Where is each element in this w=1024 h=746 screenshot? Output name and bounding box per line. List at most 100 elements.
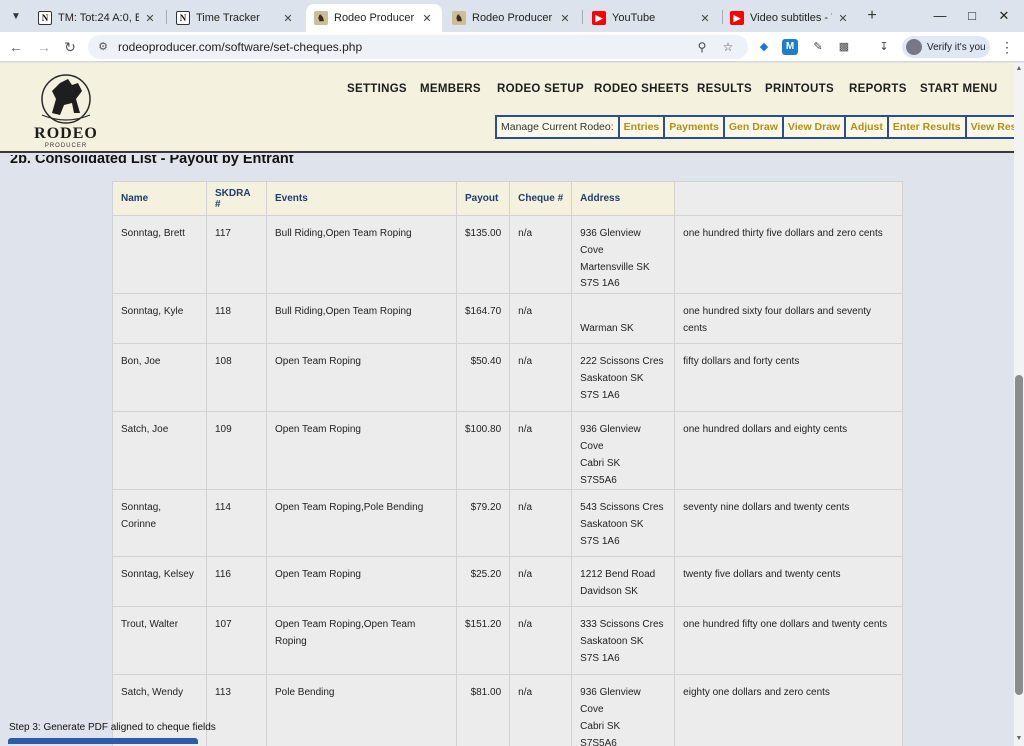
nav-printouts[interactable]: PRINTOUTS bbox=[765, 83, 834, 95]
nav-rodeo-sheets[interactable]: RODEO SHEETS bbox=[594, 83, 689, 95]
rodeo-icon: ♞ bbox=[452, 11, 466, 25]
close-icon[interactable]: ✕ bbox=[698, 12, 712, 25]
cell-payout: $50.40 bbox=[455, 343, 511, 413]
close-icon[interactable]: ✕ bbox=[281, 12, 295, 25]
address-bar[interactable]: ⚙ rodeoproducer.com/software/set-cheques… bbox=[88, 35, 748, 59]
forward-icon[interactable]: → bbox=[34, 37, 54, 57]
cell-address: 543 Scissons Cres Saskatoon SK S7S 1A6 bbox=[571, 489, 676, 558]
close-icon[interactable]: ✕ bbox=[143, 12, 157, 25]
rodeo-icon: ♞ bbox=[314, 11, 328, 25]
nav-reports[interactable]: REPORTS bbox=[849, 83, 907, 95]
tab-divider bbox=[582, 10, 583, 24]
cell-payout: $164.70 bbox=[455, 293, 511, 345]
tab-tm[interactable]: N TM: Tot:24 A:0, B:11, C ✕ bbox=[30, 4, 165, 32]
zoom-icon[interactable]: ⚲ bbox=[694, 39, 710, 55]
table-row: Bon, Joe 108 Open Team Roping $50.40 n/a 222 … bbox=[112, 343, 904, 413]
cell-skdra: 107 bbox=[206, 606, 267, 676]
page-scrollbar[interactable]: ▲ ▼ bbox=[1014, 63, 1024, 746]
cell-payout: $25.20 bbox=[455, 556, 511, 608]
cell-payout: $81.00 bbox=[455, 674, 511, 746]
cell-skdra: 118 bbox=[206, 293, 267, 345]
nav-results[interactable]: RESULTS bbox=[697, 83, 752, 95]
reload-icon[interactable]: ↻ bbox=[60, 37, 80, 57]
nav-members[interactable]: MEMBERS bbox=[420, 83, 481, 95]
address-line: Cabri SK bbox=[580, 457, 621, 469]
cell-events: Bull Riding,Open Team Roping bbox=[266, 293, 457, 345]
table-row: Sonntag, Brett 117 Bull Riding,Open Team R… bbox=[112, 214, 904, 295]
extension-icon[interactable]: ◆ bbox=[756, 39, 772, 55]
extension-m-icon[interactable]: M bbox=[782, 39, 798, 55]
cell-name: Sonntag, Kyle bbox=[112, 293, 207, 345]
cell-events: Open Team Roping,Open Team Roping bbox=[266, 606, 457, 676]
close-icon[interactable]: ✕ bbox=[836, 12, 850, 25]
back-icon[interactable]: ← bbox=[6, 37, 26, 57]
new-tab-icon[interactable]: + bbox=[862, 6, 882, 26]
cell-amount-in-words: one hundred thirty five dollars and zero… bbox=[674, 214, 904, 295]
column-header-address: Address bbox=[571, 181, 676, 216]
cell-skdra: 116 bbox=[206, 556, 267, 608]
column-header-words bbox=[674, 181, 904, 216]
table-row: Trout, Walter 107 Open Team Roping,Open Te… bbox=[112, 606, 904, 676]
cell-address: 936 Glenview Cove Cabri SK S7S5A6 bbox=[571, 411, 676, 491]
bookmark-star-icon[interactable]: ☆ bbox=[720, 39, 736, 55]
minimize-icon[interactable]: — bbox=[930, 6, 950, 26]
cell-amount-in-words: one hundred fifty one dollars and twenty… bbox=[674, 606, 904, 676]
cell-cheque: n/a bbox=[509, 293, 573, 345]
logo-subtext: PRODUCER bbox=[44, 143, 88, 149]
cell-name: Trout, Walter bbox=[112, 606, 207, 676]
subnav-gen-draw[interactable]: Gen Draw bbox=[722, 115, 784, 139]
cell-cheque: n/a bbox=[509, 411, 573, 491]
column-header-payout: Payout bbox=[455, 181, 511, 216]
page-title: 2b. Consolidated List - Payout by Entran… bbox=[10, 155, 294, 167]
cell-address: 222 Scissons Cres Saskatoon SK S7S 1A6 bbox=[571, 343, 676, 413]
subnav-entries[interactable]: Entries bbox=[617, 115, 666, 139]
tab-search-icon[interactable]: ▼ bbox=[6, 6, 26, 26]
cell-cheque: n/a bbox=[509, 343, 573, 413]
close-icon[interactable]: ✕ bbox=[558, 12, 572, 25]
cell-payout: $79.20 bbox=[455, 489, 511, 558]
manage-rodeo-label: Manage Current Rodeo: bbox=[495, 115, 620, 139]
cell-cheque: n/a bbox=[509, 489, 573, 558]
tab-time-tracker[interactable]: N Time Tracker ✕ bbox=[168, 4, 303, 32]
scrollbar-thumb[interactable] bbox=[1015, 375, 1023, 695]
column-header-events: Events bbox=[266, 181, 457, 216]
maximize-icon[interactable]: □ bbox=[962, 6, 982, 26]
subnav-payments[interactable]: Payments bbox=[663, 115, 725, 139]
extension-icon[interactable]: ✎ bbox=[810, 39, 826, 55]
nav-settings[interactable]: SETTINGS bbox=[347, 83, 407, 95]
table-row: Satch, Joe 109 Open Team Roping $100.80 n/a 9… bbox=[112, 411, 904, 491]
cell-skdra: 108 bbox=[206, 343, 267, 413]
address-line: 936 Glenview Cove bbox=[580, 228, 641, 256]
generate-pdf-bar[interactable] bbox=[8, 738, 198, 744]
tab-title: Rodeo Producer - Pri bbox=[334, 12, 416, 24]
download-icon[interactable]: ↧ bbox=[876, 39, 892, 55]
verify-label: Verify it's you bbox=[927, 41, 986, 53]
tab-title: YouTube bbox=[612, 12, 656, 24]
tab-rodeo-producer[interactable]: ♞ Rodeo Producer - Pri ✕ bbox=[444, 4, 580, 32]
subnav-view-draw[interactable]: View Draw bbox=[781, 115, 847, 139]
browser-toolbar: ← → ↻ ⚙ rodeoproducer.com/software/set-c… bbox=[0, 32, 1024, 62]
site-info-icon[interactable]: ⚙ bbox=[96, 40, 110, 54]
close-window-icon[interactable]: ✕ bbox=[994, 6, 1014, 26]
cell-skdra: 113 bbox=[206, 674, 267, 746]
verify-profile-button[interactable]: Verify it's you bbox=[902, 36, 990, 58]
address-line: Warman SK bbox=[580, 322, 634, 334]
extensions-puzzle-icon[interactable]: ▩ bbox=[836, 39, 852, 55]
tab-youtube[interactable]: ▶ YouTube ✕ bbox=[584, 4, 720, 32]
subnav-enter-results[interactable]: Enter Results bbox=[886, 115, 967, 139]
tab-rodeo-producer-active[interactable]: ♞ Rodeo Producer - Pri ✕ bbox=[306, 4, 442, 32]
url-text: rodeoproducer.com/software/set-cheques.p… bbox=[118, 40, 363, 54]
nav-rodeo-setup[interactable]: RODEO SETUP bbox=[497, 83, 584, 95]
payout-table: Name SKDRA # Events Payout Cheque # Addr… bbox=[112, 181, 904, 746]
nav-start-menu[interactable]: START MENU bbox=[920, 83, 998, 95]
subnav-adjust[interactable]: Adjust bbox=[844, 115, 889, 139]
scroll-up-icon[interactable]: ▲ bbox=[1015, 65, 1023, 73]
tab-video-subtitles[interactable]: ▶ Video subtitles - YouT ✕ bbox=[722, 4, 858, 32]
more-menu-icon[interactable]: ⋮ bbox=[1000, 37, 1014, 57]
close-icon[interactable]: ✕ bbox=[420, 12, 434, 25]
scroll-down-icon[interactable]: ▼ bbox=[1015, 735, 1023, 743]
notion-icon: N bbox=[38, 11, 52, 25]
table-row: Satch, Wendy 113 Pole Bending $81.00 n/a 936 … bbox=[112, 674, 904, 746]
address-line: 1212 Bend Road bbox=[580, 569, 656, 581]
cell-cheque: n/a bbox=[509, 556, 573, 608]
